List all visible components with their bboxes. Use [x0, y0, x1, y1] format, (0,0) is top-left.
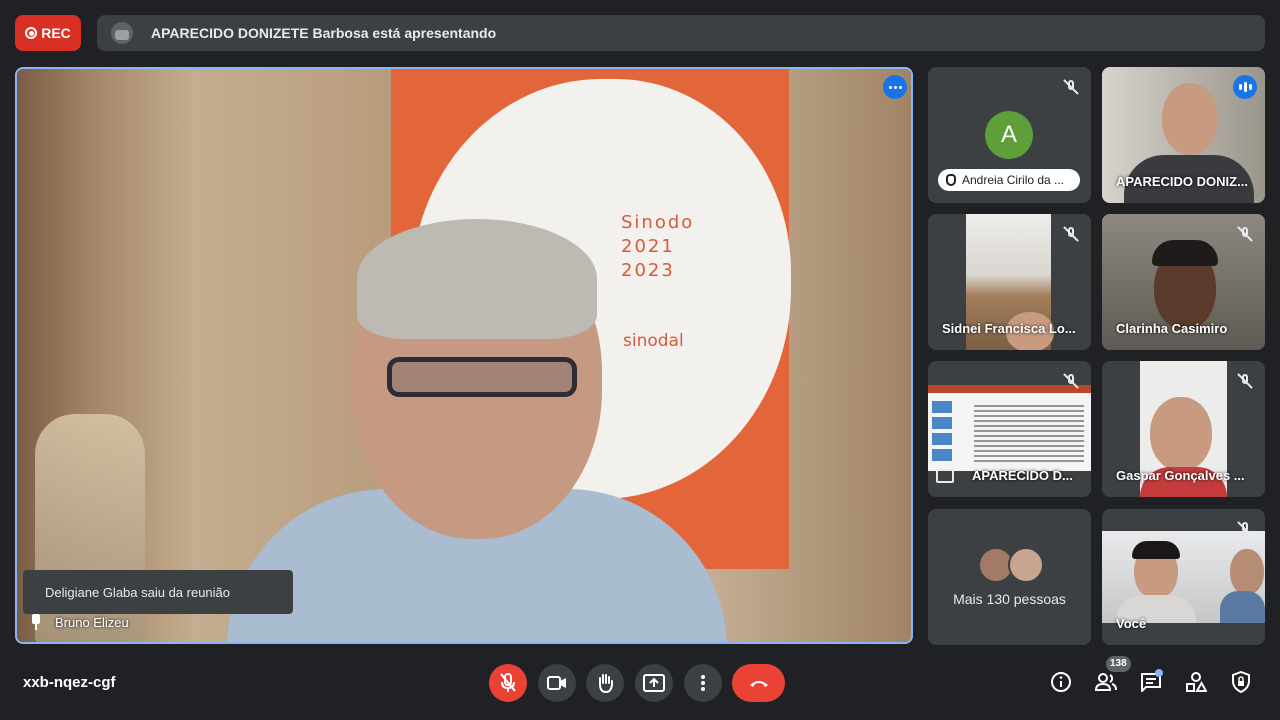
participant-tile[interactable]: Clarinha Casimiro: [1102, 214, 1265, 350]
main-participant-name: Bruno Elizeu: [31, 614, 129, 630]
activities-button[interactable]: [1184, 670, 1208, 694]
recording-indicator[interactable]: REC: [15, 15, 81, 51]
recording-label: REC: [41, 25, 71, 41]
participant-name: Sidnei Francisca Lo...: [942, 321, 1076, 336]
participant-tile[interactable]: A Andreia Cirilo da ...: [928, 67, 1091, 203]
mic-off-icon: [500, 673, 516, 692]
participants-button[interactable]: [1094, 670, 1118, 694]
participant-tile[interactable]: Sidnei Francisca Lo...: [928, 214, 1091, 350]
microphone-toggle-button[interactable]: [489, 664, 527, 702]
leave-call-button[interactable]: [732, 664, 785, 702]
participant-name: Você: [1116, 616, 1147, 631]
shield-lock-icon: [1232, 671, 1250, 693]
present-screen-button[interactable]: [635, 664, 673, 702]
camera-toggle-button[interactable]: [538, 664, 576, 702]
presenting-banner: APARECIDO DONIZETE Barbosa está apresent…: [97, 15, 1265, 51]
present-icon: [643, 674, 665, 692]
mic-off-icon: [1063, 373, 1079, 389]
hand-icon: [599, 674, 613, 693]
hand-raised-pill[interactable]: Andreia Cirilo da ...: [938, 169, 1080, 191]
participant-avatars: [978, 547, 1044, 583]
main-video-tile[interactable]: Sinodo 2021 2023 sinodal Deligiane Glaba…: [15, 67, 913, 644]
chat-notification-dot: [1155, 669, 1163, 677]
camera-icon: [547, 676, 566, 690]
leave-notification: Deligiane Glaba saiu da reunião: [23, 570, 293, 614]
avatar: A: [985, 111, 1033, 159]
more-vert-icon: [701, 675, 705, 691]
raise-hand-button[interactable]: [586, 664, 624, 702]
presenter-avatar: [111, 22, 133, 44]
mic-off-icon: [1063, 79, 1079, 95]
info-icon: [1051, 672, 1071, 692]
participant-tile[interactable]: APARECIDO DONIZ...: [1102, 67, 1265, 203]
people-icon: [1094, 673, 1117, 691]
activities-icon: [1186, 672, 1207, 692]
meeting-code: xxb-nqez-cgf: [23, 674, 116, 691]
record-icon: [25, 27, 38, 39]
participant-tile[interactable]: Gaspar Gonçalves ...: [1102, 361, 1265, 497]
participant-name: Gaspar Gonçalves ...: [1116, 468, 1245, 483]
more-participants-tile[interactable]: Mais 130 pessoas: [928, 509, 1091, 645]
more-options-icon[interactable]: [883, 75, 907, 99]
participant-name: APARECIDO DONIZ...: [1116, 174, 1248, 189]
mic-off-icon: [1237, 521, 1253, 537]
meeting-details-button[interactable]: [1049, 670, 1073, 694]
mic-off-icon: [1237, 226, 1253, 242]
participant-name: APARECIDO D...: [972, 468, 1073, 483]
mic-off-icon: [1237, 373, 1253, 389]
more-options-button[interactable]: [684, 664, 722, 702]
presenting-text: APARECIDO DONIZETE Barbosa está apresent…: [151, 25, 497, 41]
mic-off-icon: [1063, 226, 1079, 242]
presentation-tile[interactable]: APARECIDO D...: [928, 361, 1091, 497]
speaking-indicator-icon: [1233, 75, 1257, 99]
self-tile[interactable]: Você: [1102, 509, 1265, 645]
participants-count-badge: 138: [1106, 656, 1131, 672]
participant-name: Clarinha Casimiro: [1116, 321, 1228, 336]
raised-hand-icon: [946, 174, 956, 186]
pin-icon[interactable]: [31, 614, 41, 630]
host-controls-button[interactable]: [1229, 670, 1253, 694]
more-participants-label: Mais 130 pessoas: [953, 591, 1066, 607]
hang-up-icon: [749, 681, 768, 687]
control-bar: xxb-nqez-cgf: [0, 656, 1280, 720]
present-screen-icon: [936, 469, 954, 483]
